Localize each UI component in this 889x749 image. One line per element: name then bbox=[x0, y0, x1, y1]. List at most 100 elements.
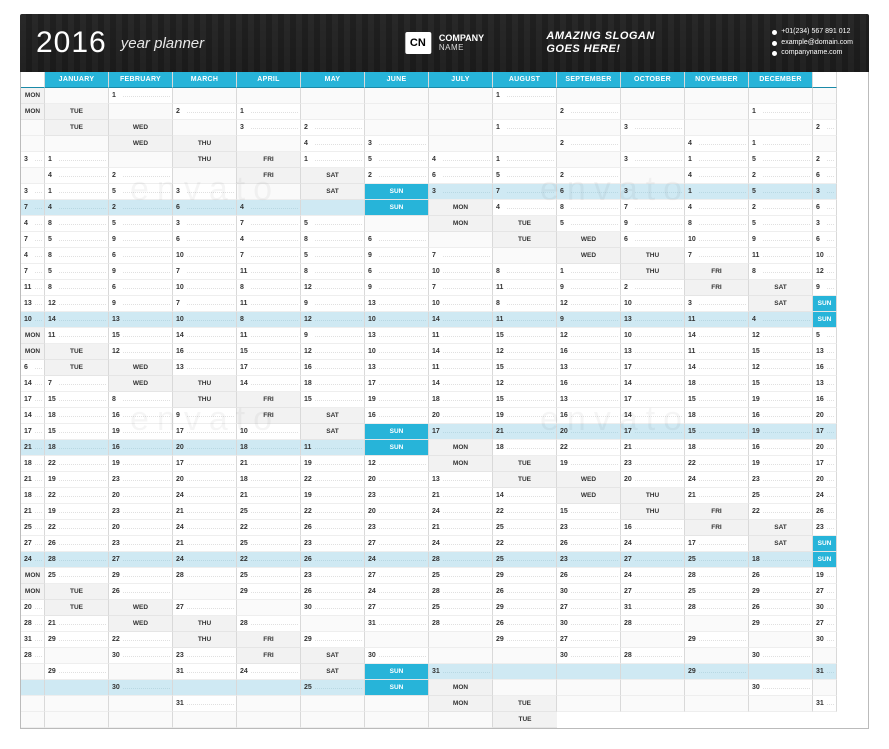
day-cell: 8 bbox=[45, 216, 109, 232]
day-cell: 4 bbox=[749, 312, 813, 328]
day-cell: 16 bbox=[301, 360, 365, 376]
day-cell: 25 bbox=[237, 568, 301, 584]
dow-label-right: FRI bbox=[237, 408, 301, 424]
day-cell: 7 bbox=[21, 200, 45, 216]
day-cell: 8 bbox=[45, 248, 109, 264]
dow-label-right: FRI bbox=[237, 168, 301, 184]
day-cell: 21 bbox=[173, 504, 237, 520]
day-cell bbox=[621, 632, 685, 648]
day-cell: 28 bbox=[21, 648, 45, 664]
day-cell: 29 bbox=[45, 632, 109, 648]
day-cell: 15 bbox=[109, 328, 173, 344]
day-cell bbox=[21, 136, 45, 152]
day-cell: 20 bbox=[621, 472, 685, 488]
day-cell: 9 bbox=[301, 328, 365, 344]
day-cell: 3 bbox=[621, 184, 685, 200]
day-cell: 27 bbox=[365, 568, 429, 584]
day-cell: 7 bbox=[21, 264, 45, 280]
month-header: MAY bbox=[301, 72, 365, 88]
day-cell: 23 bbox=[109, 536, 173, 552]
month-header: JULY bbox=[429, 72, 493, 88]
day-cell: 30 bbox=[813, 632, 837, 648]
day-cell: 9 bbox=[109, 296, 173, 312]
day-cell: 14 bbox=[21, 376, 45, 392]
day-cell bbox=[21, 696, 45, 712]
day-cell bbox=[45, 712, 109, 728]
day-cell: 26 bbox=[749, 600, 813, 616]
day-cell: 16 bbox=[813, 392, 837, 408]
day-cell: 14 bbox=[173, 328, 237, 344]
day-cell: 11 bbox=[45, 328, 109, 344]
day-cell bbox=[21, 168, 45, 184]
day-cell: 18 bbox=[429, 392, 493, 408]
day-cell: 4 bbox=[45, 200, 109, 216]
day-cell: 26 bbox=[45, 536, 109, 552]
day-cell: 1 bbox=[237, 104, 301, 120]
day-cell: 28 bbox=[237, 616, 301, 632]
slogan-line1: AMAZING SLOGAN bbox=[546, 30, 654, 43]
day-cell: 10 bbox=[173, 312, 237, 328]
day-cell: 5 bbox=[749, 184, 813, 200]
day-cell: 16 bbox=[813, 360, 837, 376]
day-cell: 10 bbox=[813, 248, 837, 264]
dow-label-right: WED bbox=[557, 248, 621, 264]
day-cell: 11 bbox=[429, 360, 493, 376]
day-cell: 22 bbox=[301, 472, 365, 488]
day-cell bbox=[429, 712, 493, 728]
day-cell: 3 bbox=[621, 120, 685, 136]
day-cell bbox=[237, 184, 301, 200]
day-cell: 20 bbox=[173, 472, 237, 488]
day-cell: 8 bbox=[45, 280, 109, 296]
dow-label-left: MON bbox=[429, 680, 493, 696]
dow-label-right: THU bbox=[621, 264, 685, 280]
day-cell: 5 bbox=[749, 216, 813, 232]
day-cell: 15 bbox=[493, 392, 557, 408]
day-cell bbox=[301, 104, 365, 120]
day-cell: 17 bbox=[621, 392, 685, 408]
dow-label-right: WED bbox=[109, 616, 173, 632]
day-cell: 30 bbox=[109, 648, 173, 664]
dow-label-left: MON bbox=[21, 328, 45, 344]
day-cell bbox=[557, 152, 621, 168]
month-header: FEBRUARY bbox=[109, 72, 173, 88]
day-cell: 13 bbox=[621, 312, 685, 328]
day-cell: 6 bbox=[429, 168, 493, 184]
day-cell: 28 bbox=[621, 648, 685, 664]
day-cell: 25 bbox=[301, 680, 365, 696]
day-cell bbox=[621, 136, 685, 152]
day-cell: 3 bbox=[173, 216, 237, 232]
day-cell bbox=[429, 232, 493, 248]
day-cell bbox=[173, 584, 237, 600]
day-cell: 4 bbox=[45, 168, 109, 184]
day-cell: 22 bbox=[301, 504, 365, 520]
day-cell: 2 bbox=[365, 168, 429, 184]
day-cell: 2 bbox=[173, 104, 237, 120]
dow-label-right: MON bbox=[429, 696, 493, 712]
day-cell: 22 bbox=[45, 488, 109, 504]
dow-label-left: SAT bbox=[301, 168, 365, 184]
day-cell: 2 bbox=[749, 200, 813, 216]
day-cell: 8 bbox=[301, 264, 365, 280]
day-cell: 17 bbox=[621, 424, 685, 440]
day-cell: 5 bbox=[301, 216, 365, 232]
day-cell: 25 bbox=[429, 600, 493, 616]
day-cell: 13 bbox=[557, 392, 621, 408]
day-cell bbox=[813, 680, 837, 696]
day-cell: 10 bbox=[173, 248, 237, 264]
day-cell: 17 bbox=[237, 360, 301, 376]
day-cell: 17 bbox=[173, 456, 237, 472]
day-cell: 29 bbox=[237, 584, 301, 600]
month-header: DECEMBER bbox=[749, 72, 813, 88]
day-cell: 19 bbox=[301, 488, 365, 504]
day-cell: 11 bbox=[685, 344, 749, 360]
day-cell: 24 bbox=[173, 552, 237, 568]
day-cell: 1 bbox=[749, 104, 813, 120]
month-header: JUNE bbox=[365, 72, 429, 88]
day-cell: 19 bbox=[365, 392, 429, 408]
dow-label-right: MON bbox=[429, 216, 493, 232]
dow-label-right: WED bbox=[109, 136, 173, 152]
dow-label-left: WED bbox=[109, 360, 173, 376]
day-cell: 29 bbox=[685, 632, 749, 648]
day-cell: 1 bbox=[557, 264, 621, 280]
dow-label-right: TUE bbox=[493, 232, 557, 248]
